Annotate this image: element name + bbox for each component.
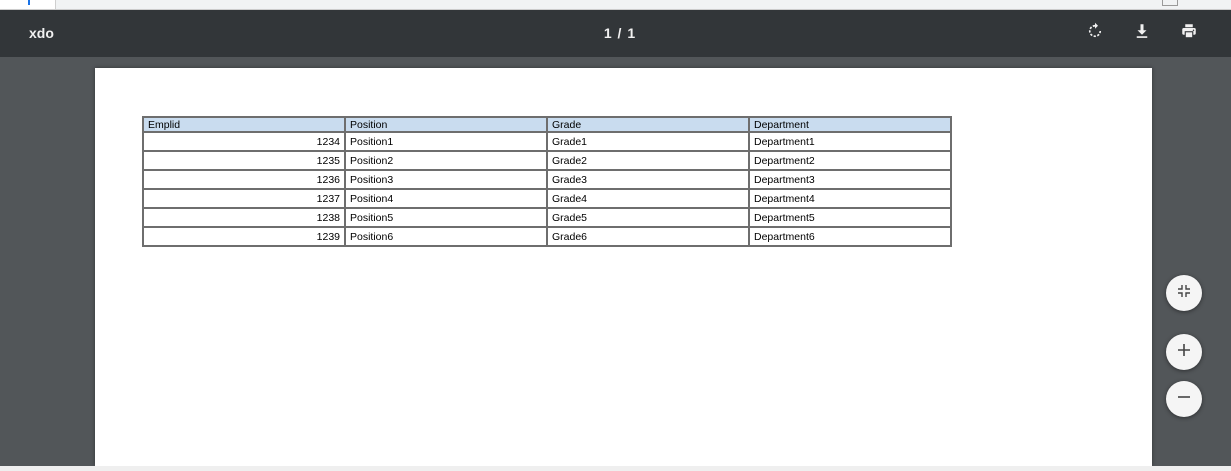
column-header-emplid: Emplid xyxy=(142,116,346,133)
fit-to-page-icon xyxy=(1176,283,1192,304)
cell-grade: Grade5 xyxy=(546,207,750,228)
print-icon xyxy=(1180,22,1198,45)
cell-grade: Grade3 xyxy=(546,169,750,190)
browser-icon[interactable] xyxy=(1162,0,1178,6)
table-row: 1239 Position6 Grade6 Department6 xyxy=(142,226,952,247)
bottom-edge xyxy=(0,466,1231,471)
cell-emplid: 1238 xyxy=(142,207,346,228)
document-title: xdo xyxy=(29,25,54,41)
cell-emplid: 1237 xyxy=(142,188,346,209)
browser-chrome-strip xyxy=(0,0,1231,10)
table-header-row: Emplid Position Grade Department xyxy=(142,116,952,133)
cell-department: Department6 xyxy=(748,226,952,247)
cell-position: Position4 xyxy=(344,188,548,209)
cell-department: Department4 xyxy=(748,188,952,209)
cell-department: Department3 xyxy=(748,169,952,190)
download-icon xyxy=(1133,22,1151,45)
column-header-grade: Grade xyxy=(546,116,750,133)
column-header-department: Department xyxy=(748,116,952,133)
table-row: 1235 Position2 Grade2 Department2 xyxy=(142,150,952,171)
cell-grade: Grade2 xyxy=(546,150,750,171)
cell-position: Position2 xyxy=(344,150,548,171)
pdf-page: Emplid Position Grade Department 1234 Po… xyxy=(95,68,1152,466)
rotate-button[interactable] xyxy=(1083,21,1107,45)
table-row: 1238 Position5 Grade5 Department5 xyxy=(142,207,952,228)
print-button[interactable] xyxy=(1177,21,1201,45)
report-table: Emplid Position Grade Department 1234 Po… xyxy=(142,116,952,247)
page-indicator: 1 / 1 xyxy=(603,25,637,41)
table-row: 1234 Position1 Grade1 Department1 xyxy=(142,131,952,152)
cell-emplid: 1236 xyxy=(142,169,346,190)
download-button[interactable] xyxy=(1130,21,1154,45)
minus-icon xyxy=(1176,389,1192,410)
cell-position: Position6 xyxy=(344,226,548,247)
table-row: 1237 Position4 Grade4 Department4 xyxy=(142,188,952,209)
table-row: 1236 Position3 Grade3 Department3 xyxy=(142,169,952,190)
zoom-out-button[interactable] xyxy=(1166,381,1202,417)
cell-grade: Grade6 xyxy=(546,226,750,247)
cell-department: Department2 xyxy=(748,150,952,171)
cell-department: Department1 xyxy=(748,131,952,152)
pdf-toolbar: xdo 1 / 1 xyxy=(0,10,1231,57)
rotate-icon xyxy=(1086,22,1104,45)
cell-grade: Grade4 xyxy=(546,188,750,209)
cell-position: Position3 xyxy=(344,169,548,190)
zoom-in-button[interactable] xyxy=(1166,334,1202,370)
cell-position: Position1 xyxy=(344,131,548,152)
plus-icon xyxy=(1176,342,1192,363)
cell-department: Department5 xyxy=(748,207,952,228)
column-header-position: Position xyxy=(344,116,548,133)
fit-to-page-button[interactable] xyxy=(1166,275,1202,311)
cell-grade: Grade1 xyxy=(546,131,750,152)
cell-emplid: 1239 xyxy=(142,226,346,247)
cell-emplid: 1235 xyxy=(142,150,346,171)
cell-emplid: 1234 xyxy=(142,131,346,152)
pdf-viewer[interactable]: Emplid Position Grade Department 1234 Po… xyxy=(0,57,1231,466)
browser-tab-edge[interactable] xyxy=(0,0,56,9)
cell-position: Position5 xyxy=(344,207,548,228)
